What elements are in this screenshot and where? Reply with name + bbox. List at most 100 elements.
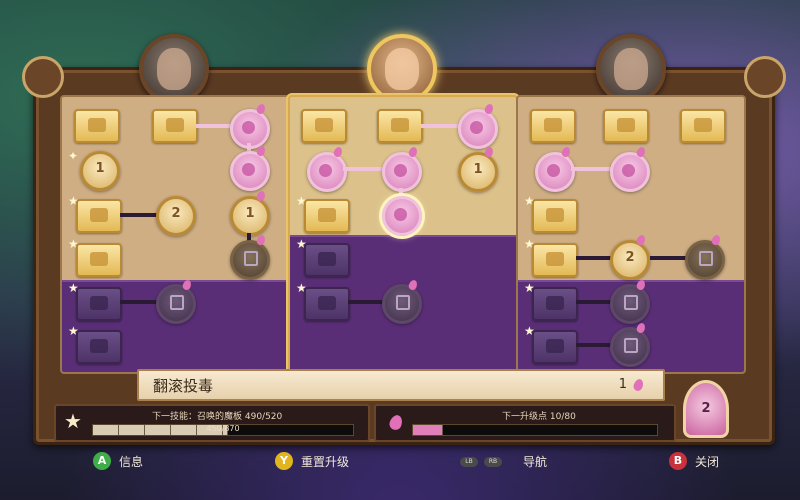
skill-tile[interactable]	[603, 109, 649, 143]
skill-tile[interactable]	[680, 109, 726, 143]
skill-tile[interactable]	[74, 109, 120, 143]
skill-tile[interactable]	[530, 109, 576, 143]
locked-skill-node[interactable]	[685, 240, 725, 280]
a-button-icon[interactable]: A	[93, 452, 111, 470]
star-icon: ★	[64, 409, 82, 433]
upgrade-points-label: 下一升级点 10/80	[502, 412, 576, 422]
skill-tile[interactable]	[301, 109, 347, 143]
skill-link	[576, 256, 612, 260]
upgrade-points-count: 2	[701, 401, 711, 416]
shield-icon	[617, 118, 635, 132]
skill-node[interactable]	[535, 152, 575, 192]
potion-drop-icon	[387, 413, 405, 432]
skill-tile[interactable]	[532, 199, 578, 233]
skill-node[interactable]	[382, 152, 422, 192]
skill-tooltip: 翻滚投毒 1	[137, 369, 665, 401]
priestess-face-icon	[385, 48, 419, 90]
upgrade-points-panel: 下一升级点 10/80	[374, 404, 676, 442]
upgrade-points-fill	[413, 425, 443, 435]
padlock-icon	[699, 251, 713, 266]
lb-button-icon[interactable]: LB	[460, 457, 478, 467]
roll-poison-icon	[394, 208, 407, 221]
padlock-icon	[624, 295, 638, 310]
skill-link	[343, 167, 383, 171]
padlock-icon	[90, 296, 108, 310]
skill-tile[interactable]	[76, 199, 122, 233]
padlock-icon	[546, 339, 564, 353]
dagger-icon	[547, 164, 560, 177]
skill-node[interactable]: 1	[230, 196, 270, 236]
skill-tile[interactable]	[76, 243, 122, 277]
armor-icon	[694, 118, 712, 132]
knight-face-icon	[614, 48, 648, 90]
locked-skill-tile[interactable]	[532, 287, 578, 321]
locked-skill-tile[interactable]	[304, 243, 350, 277]
book-icon	[88, 118, 106, 132]
star-icon: ✦	[68, 149, 79, 163]
skill-link	[421, 124, 459, 128]
locked-skill-node[interactable]	[156, 284, 196, 324]
frame-ornament-icon	[22, 56, 64, 98]
skill-link	[247, 143, 251, 151]
locked-skill-tile[interactable]	[76, 287, 122, 321]
navigate-label[interactable]: 导航	[523, 453, 547, 470]
rb-button-icon[interactable]: RB	[484, 457, 502, 467]
skill-node[interactable]	[610, 152, 650, 192]
locked-skill-node[interactable]	[610, 327, 650, 367]
scythe-icon	[391, 118, 409, 132]
skill-tile[interactable]	[377, 109, 423, 143]
reset-upgrade-label[interactable]: 重置升级	[301, 453, 349, 470]
node-rank: 1	[245, 206, 255, 221]
rogue-icon	[394, 164, 407, 177]
priestess-portrait[interactable]	[367, 34, 437, 104]
slash-icon	[622, 164, 635, 177]
skill-node[interactable]	[458, 109, 498, 149]
knight-portrait[interactable]	[596, 34, 666, 104]
locked-skill-tile[interactable]	[76, 330, 122, 364]
close-label[interactable]: 关闭	[695, 453, 719, 470]
node-rank: 1	[95, 161, 105, 176]
locked-skill-tile[interactable]	[304, 287, 350, 321]
skill-node[interactable]: 1	[458, 152, 498, 192]
skill-node[interactable]: 2	[156, 196, 196, 236]
info-label[interactable]: 信息	[119, 453, 143, 470]
locked-skill-node[interactable]	[610, 284, 650, 324]
skill-link	[399, 188, 403, 196]
y-button-icon[interactable]: Y	[275, 452, 293, 470]
padlock-icon	[624, 338, 638, 353]
skill-name: 翻滚投毒	[153, 377, 214, 395]
skill-tile[interactable]	[304, 199, 350, 233]
axe-icon	[315, 118, 333, 132]
selected-skill-node[interactable]	[382, 196, 422, 236]
wizard-portrait[interactable]	[139, 34, 209, 104]
node-rank: 2	[625, 250, 635, 265]
upgrade-points-badge: 2	[683, 380, 729, 438]
skill-node[interactable]: 2	[610, 240, 650, 280]
padlock-icon	[318, 296, 336, 310]
b-button-icon[interactable]: B	[669, 452, 687, 470]
skill-node[interactable]	[307, 152, 347, 192]
hammer-icon	[546, 208, 564, 222]
skill-link	[571, 167, 611, 171]
frame-ornament-icon	[744, 56, 786, 98]
xp-progress-text: 450/870	[206, 424, 240, 433]
skill-link	[576, 343, 612, 347]
skill-tile[interactable]	[532, 243, 578, 277]
skill-tile[interactable]	[152, 109, 198, 143]
locked-skill-node[interactable]	[230, 240, 270, 280]
padlock-icon	[396, 295, 410, 310]
wings-icon	[318, 208, 336, 222]
potion-drop-icon	[632, 377, 645, 393]
xp-panel: ★ 下一技能：召唤的魔板 490/520 450/870	[54, 404, 370, 442]
scroll-icon	[90, 252, 108, 266]
locked-skill-tile[interactable]	[532, 330, 578, 364]
upgrade-points-bar	[412, 424, 658, 436]
padlock-icon	[244, 251, 258, 266]
skill-link	[196, 124, 232, 128]
skill-node[interactable]	[230, 151, 270, 191]
skill-node[interactable]: 1	[80, 151, 120, 191]
xp-panel-label: 下一技能：召唤的魔板 490/520	[152, 412, 283, 422]
flower-icon	[242, 163, 255, 176]
crown-icon	[242, 121, 255, 134]
locked-skill-node[interactable]	[382, 284, 422, 324]
